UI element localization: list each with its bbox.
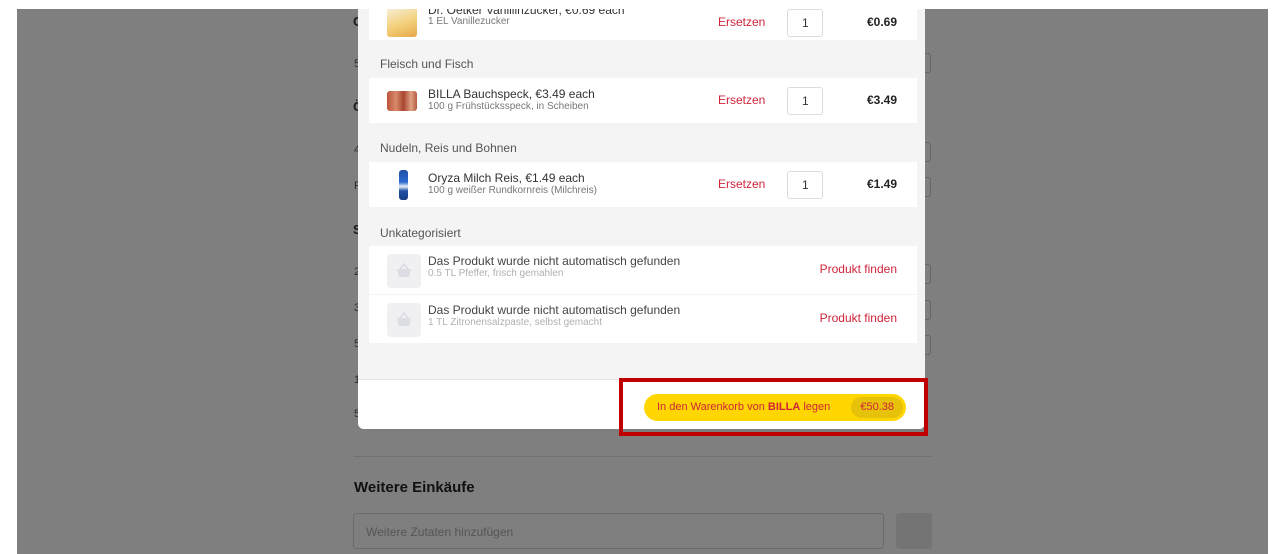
page-edge [0,0,1276,9]
unmatched-title: Das Produkt wurde nicht automatisch gefu… [428,254,681,268]
product-amount: 1 EL Vanillezucker [428,16,510,27]
page-edge [0,0,17,554]
modal-scroll-area[interactable]: Dr. Oetker Vanillinzucker, €0.69 each 1 … [358,9,925,379]
cart-item: Dr. Oetker Vanillinzucker, €0.69 each 1 … [369,9,917,40]
find-product-link[interactable]: Produkt finden [820,311,897,325]
unmatched-item: Das Produkt wurde nicht automatisch gefu… [369,246,917,294]
product-name: Oryza Milch Reis, €1.49 each [428,171,585,185]
quantity-input[interactable]: 1 [787,171,823,199]
product-price: €0.69 [866,15,897,29]
category-heading: Fleisch und Fisch [380,57,474,71]
product-name: BILLA Bauchspeck, €3.49 each [428,87,595,101]
category-heading: Nudeln, Reis und Bohnen [380,141,517,155]
find-product-link[interactable]: Produkt finden [820,262,897,276]
product-image [399,170,408,200]
basket-icon [387,303,421,337]
replace-link[interactable]: Ersetzen [718,15,765,29]
page-edge [1268,0,1276,554]
unmatched-item: Das Produkt wurde nicht automatisch gefu… [369,295,917,343]
cart-item: Oryza Milch Reis, €1.49 each 100 g weiße… [369,162,917,207]
cart-item: BILLA Bauchspeck, €3.49 each 100 g Frühs… [369,78,917,123]
quantity-input[interactable]: 1 [787,9,823,37]
product-price: €3.49 [866,93,897,107]
unmatched-ingredient: 0.5 TL Pfeffer, frisch gemahlen [428,268,564,279]
replace-link[interactable]: Ersetzen [718,93,765,107]
quantity-input[interactable]: 1 [787,87,823,115]
basket-icon [387,254,421,288]
unmatched-ingredient: 1 TL Zitronensalzpaste, selbst gemacht [428,317,602,328]
product-price: €1.49 [866,177,897,191]
replace-link[interactable]: Ersetzen [718,177,765,191]
highlight-box [619,378,928,436]
product-image [387,9,417,37]
unmatched-title: Das Produkt wurde nicht automatisch gefu… [428,303,681,317]
product-amount: 100 g weißer Rundkornreis (Milchreis) [428,185,597,196]
product-image [387,91,417,111]
category-heading: Unkategorisiert [380,226,461,240]
product-amount: 100 g Frühstücksspeck, in Scheiben [428,101,589,112]
cart-modal: Dr. Oetker Vanillinzucker, €0.69 each 1 … [358,9,925,429]
